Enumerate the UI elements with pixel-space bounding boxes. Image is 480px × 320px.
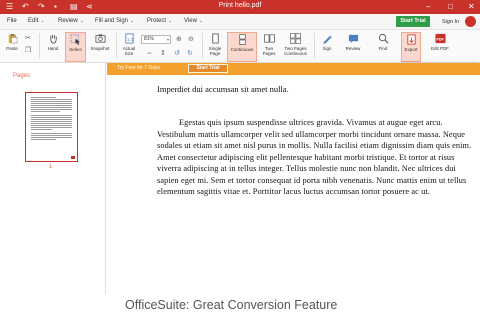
trial-start-button[interactable]: Start Trial — [188, 64, 228, 73]
document-area[interactable] — [107, 75, 480, 320]
trial-banner-text: Try Free for 7 Days — [117, 65, 160, 71]
svg-text:PDF: PDF — [436, 37, 444, 41]
export-button[interactable]: Export — [401, 32, 421, 62]
single-page-button[interactable]: Single Page — [205, 32, 225, 62]
chevron-down-icon: ⌄ — [40, 18, 45, 24]
start-trial-button[interactable]: Start Trial — [396, 16, 430, 27]
ribbon-separator — [39, 33, 40, 59]
page-thumbnail[interactable] — [25, 92, 78, 162]
select-tool-button[interactable]: Select — [65, 32, 86, 62]
actual-size-icon: 1:1 — [124, 33, 133, 44]
caption-banner: OfficeSuite: Great Conversion Feature — [98, 294, 480, 320]
paste-button[interactable]: Paste — [3, 32, 21, 62]
two-pages-continuous-button[interactable]: Two Pages Continuous — [281, 32, 310, 62]
hand-icon — [49, 34, 57, 44]
paste-icon — [8, 33, 17, 44]
maximize-icon[interactable]: □ — [448, 2, 453, 12]
review-icon — [348, 34, 358, 44]
avatar[interactable] — [465, 16, 476, 27]
copy-icon[interactable]: ❐ — [25, 47, 31, 55]
document-paragraph: Egestas quis ipsum suspendisse ultrices … — [157, 118, 472, 196]
title-bar: ☰ ↶ ↷ ▪ ▤ ⋖ Print hello.pdf – □ ✕ — [0, 0, 480, 14]
zoom-select[interactable]: 81% ▾ — [141, 35, 171, 44]
menu-bar: File Edit ⌄ Review ⌄ Fill and Sign ⌄ Protec… — [0, 14, 480, 30]
single-page-icon — [211, 33, 219, 44]
ribbon-separator — [314, 33, 315, 59]
edit-pdf-icon: PDF — [434, 33, 446, 44]
continuous-button[interactable]: Continuous — [227, 32, 257, 62]
pages-panel-title: Pages — [13, 73, 31, 79]
document-line: Imperdiet dui accumsan sit amet nulla. — [157, 84, 289, 94]
window-title: Print hello.pdf — [218, 2, 262, 9]
fit-width-icon[interactable]: ⇔ — [146, 50, 153, 58]
chevron-down-icon: ▾ — [166, 37, 169, 42]
review-button[interactable]: Review — [343, 32, 363, 62]
app-window: ☰ ↶ ↷ ▪ ▤ ⋖ Print hello.pdf – □ ✕ File E… — [0, 0, 480, 320]
menu-edit[interactable]: Edit ⌄ — [28, 18, 45, 24]
menu-view[interactable]: View ⌄ — [184, 18, 203, 24]
search-icon — [378, 33, 388, 44]
zoom-in-icon[interactable]: ⊕ — [176, 36, 182, 44]
two-pages-icon — [263, 34, 275, 43]
snapshot-button[interactable]: Snapshot — [88, 32, 112, 62]
menu-fill-and-sign[interactable]: Fill and Sign ⌄ — [95, 18, 134, 24]
chevron-down-icon: ⌄ — [168, 18, 173, 24]
pages-panel: Pages 1 — [0, 63, 106, 320]
edit-pdf-button[interactable]: PDF Edit PDF — [428, 32, 452, 62]
chevron-down-icon: ⌄ — [198, 18, 204, 24]
sign-button[interactable]: Sign — [317, 32, 337, 62]
caption-text: OfficeSuite: Great Conversion Feature — [125, 298, 338, 312]
continuous-icon — [238, 34, 246, 45]
two-pages-button[interactable]: Two Pages — [259, 32, 279, 62]
rotate-left-icon[interactable]: ↺ — [174, 50, 180, 58]
snapshot-icon — [95, 34, 105, 43]
two-pages-continuous-icon — [290, 33, 301, 44]
menu-review[interactable]: Review ⌄ — [58, 18, 84, 24]
find-button[interactable]: Find — [373, 32, 393, 62]
ribbon-toolbar: Paste ✂ ❐ Hand Select Snapshot 1:1 Actua… — [0, 30, 480, 63]
svg-text:1:1: 1:1 — [126, 37, 133, 42]
pen-icon — [322, 35, 332, 44]
close-icon[interactable]: ✕ — [468, 2, 475, 12]
sign-in-link[interactable]: Sign In — [442, 19, 459, 25]
fit-page-icon[interactable]: ⇕ — [160, 50, 166, 58]
chevron-down-icon: ⌄ — [79, 18, 84, 24]
ribbon-separator — [116, 33, 117, 59]
zoom-out-icon[interactable]: ⊖ — [188, 36, 194, 44]
chevron-down-icon: ⌄ — [130, 18, 135, 24]
actual-size-button[interactable]: 1:1 Actual Size — [119, 32, 139, 62]
rotate-right-icon[interactable]: ↻ — [187, 50, 193, 58]
trial-banner: Try Free for 7 Days Start Trial — [107, 63, 480, 75]
page-number-label: 1 — [49, 164, 53, 170]
menu-protect[interactable]: Protect ⌄ — [147, 18, 172, 24]
ribbon-separator — [202, 33, 203, 59]
thumbnail-marker — [71, 156, 75, 159]
select-cursor-icon — [70, 34, 81, 45]
cut-icon[interactable]: ✂ — [25, 35, 31, 43]
minimize-icon[interactable]: – — [426, 2, 430, 12]
export-icon — [406, 34, 416, 45]
menu-file[interactable]: File — [7, 18, 17, 24]
hand-tool-button[interactable]: Hand — [43, 32, 63, 62]
